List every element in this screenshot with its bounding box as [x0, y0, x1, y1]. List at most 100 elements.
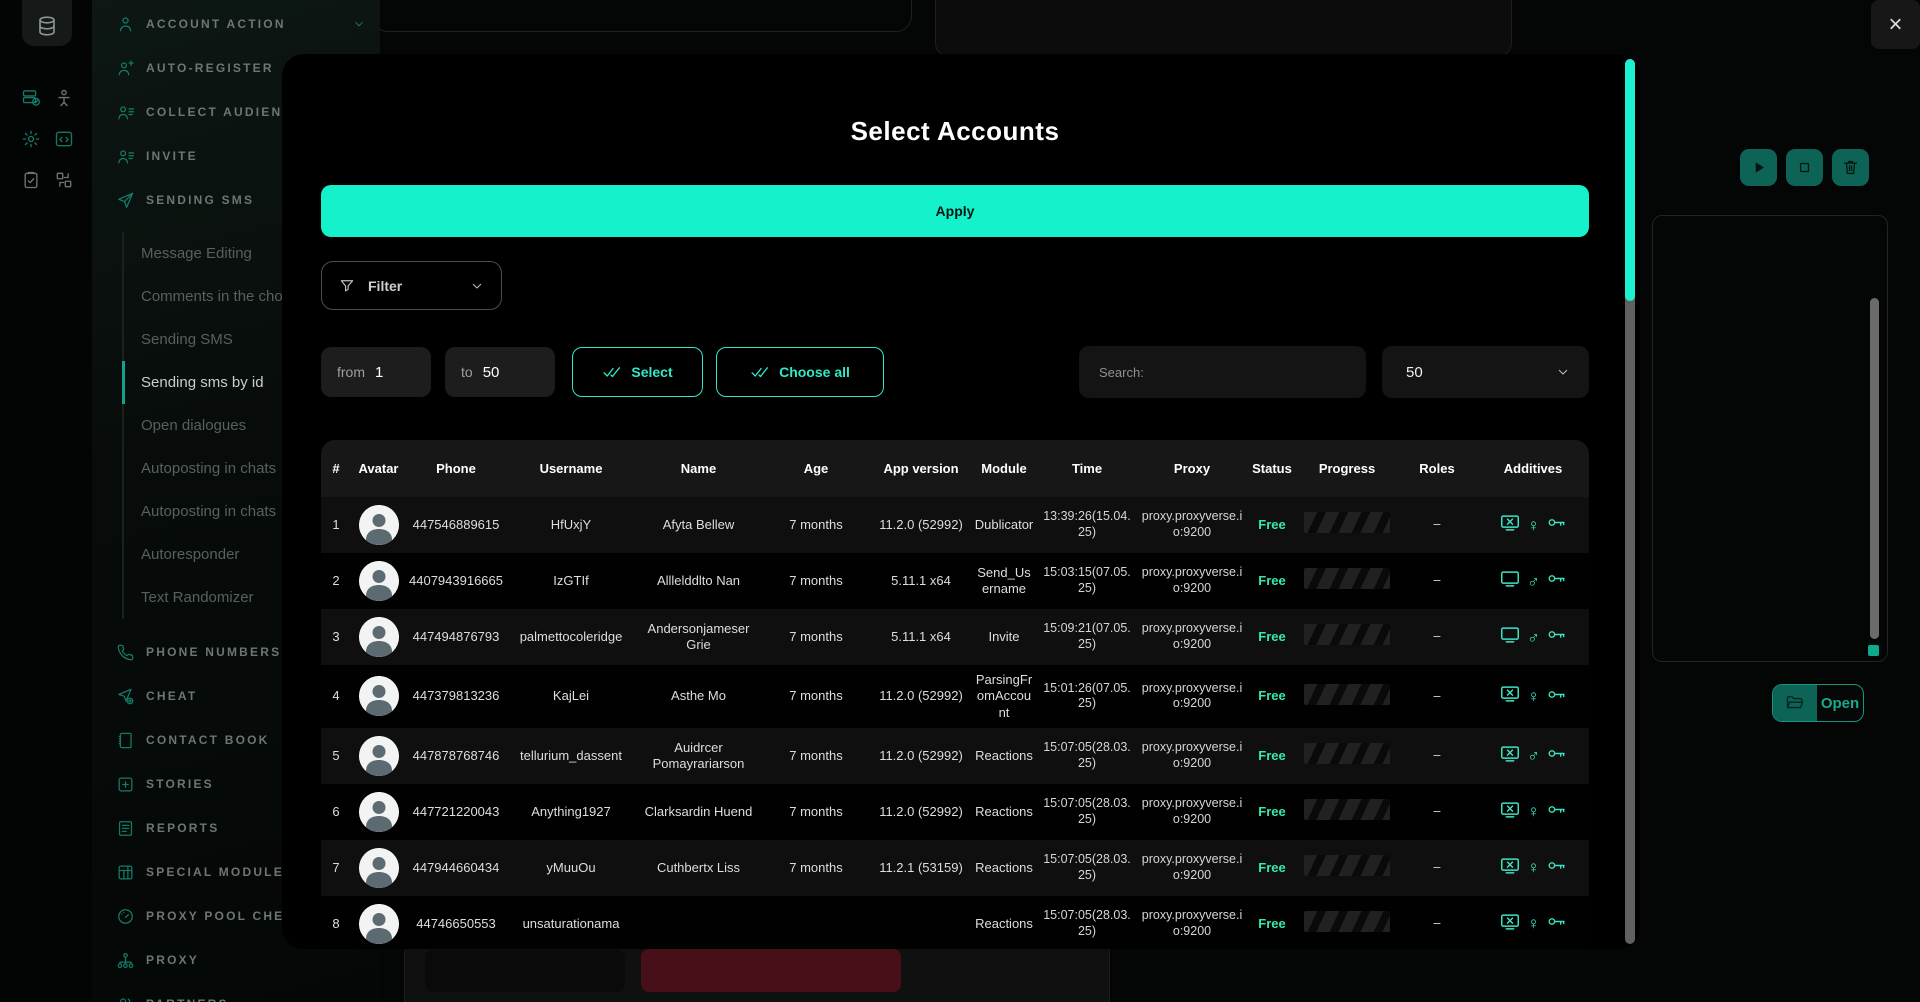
female-icon: ♀: [1527, 517, 1540, 534]
resize-handle[interactable]: [1868, 645, 1879, 656]
range-to-input[interactable]: to 50: [445, 347, 555, 397]
cell-proxy: proxy.proxyverse.io:9200: [1137, 565, 1247, 596]
cell-app-version: 5.11.1 x64: [871, 573, 971, 589]
phone-icon: [116, 643, 135, 662]
status-badge: Free: [1247, 688, 1297, 704]
to-label: to: [461, 364, 473, 380]
chevron-icon: [469, 278, 485, 294]
table-row[interactable]: 6 447721220043 Anything1927 Clarksardin …: [321, 784, 1589, 840]
cell-roles: –: [1397, 689, 1477, 705]
table-row[interactable]: 5 447878768746 tellurium_dassent Auidrce…: [321, 728, 1589, 784]
rail-swap-icon[interactable]: [54, 170, 74, 190]
modal-title: Select Accounts: [321, 116, 1589, 147]
cell-name: Alllelddlto Nan: [636, 573, 761, 589]
cell-phone: 447878768746: [406, 748, 506, 764]
key-icon: [1546, 512, 1567, 537]
cell-name: Afyta Bellew: [636, 517, 761, 533]
additives-icons: ♀: [1480, 799, 1586, 825]
log-panel-scrollbar[interactable]: [1870, 298, 1879, 639]
progress-bar: [1304, 512, 1390, 533]
table-row[interactable]: 3 447494876793 palmettocoleridge Anderso…: [321, 609, 1589, 665]
table-row[interactable]: 7 447944660434 yMuuOu Cuthbertx Liss 7 m…: [321, 840, 1589, 896]
stop-button[interactable]: [1786, 149, 1823, 186]
table-row[interactable]: 1 447546889615 HfUxjY Afyta Bellew 7 mon…: [321, 497, 1589, 553]
from-value: 1: [375, 364, 383, 381]
additives-icons: ♂: [1480, 568, 1586, 594]
folder-icon: [1785, 693, 1805, 713]
column-header-status: Status: [1247, 461, 1297, 476]
cell-app-version: 11.2.0 (52992): [871, 688, 971, 704]
progress-bar: [1304, 624, 1390, 645]
apply-button[interactable]: Apply: [321, 185, 1589, 237]
cell-proxy: proxy.proxyverse.io:9200: [1137, 852, 1247, 883]
play-button[interactable]: [1740, 149, 1777, 186]
table-header-row: #AvatarPhoneUsernameNameAgeApp versionMo…: [321, 440, 1589, 497]
bottom-text-input[interactable]: [425, 950, 625, 992]
rail-code-window-icon[interactable]: [54, 129, 74, 149]
range-from-input[interactable]: from 1: [321, 347, 431, 397]
cell-app-version: 11.2.0 (52992): [871, 748, 971, 764]
key-icon: [1546, 855, 1567, 876]
cell-proxy: proxy.proxyverse.io:9200: [1137, 908, 1247, 939]
double-check-icon: [750, 362, 770, 382]
additives-icons: ♀: [1480, 855, 1586, 881]
choose-all-button[interactable]: Choose all: [716, 347, 884, 397]
column-header-name: Name: [636, 461, 761, 476]
cell-roles: –: [1397, 517, 1477, 533]
key-icon: [1546, 799, 1567, 820]
avatar: [359, 904, 399, 944]
key-icon: [1546, 624, 1567, 649]
select-button[interactable]: Select: [572, 347, 703, 397]
sidebar-item-partners[interactable]: PARTNERS: [92, 982, 380, 1002]
cell-time: 15:07:05(28.03.25): [1037, 740, 1137, 771]
additives-icons: ♀: [1480, 512, 1586, 538]
cell-app-version: 5.11.1 x64: [871, 629, 971, 645]
column-header-progress: Progress: [1297, 461, 1397, 476]
cell-time: 15:03:15(07.05.25): [1037, 565, 1137, 596]
cell-proxy: proxy.proxyverse.io:9200: [1137, 796, 1247, 827]
table-row[interactable]: 8 44746650553 unsaturationama Reactions …: [321, 896, 1589, 949]
avatar: [359, 676, 399, 716]
delete-button[interactable]: [1832, 149, 1869, 186]
cell-roles: –: [1397, 748, 1477, 764]
rail-database-button[interactable]: [22, 0, 72, 46]
column-header-app-version: App version: [871, 461, 971, 476]
monitor-x-icon: [1499, 743, 1521, 765]
rail-presenter-icon[interactable]: [54, 88, 74, 108]
status-badge: Free: [1247, 517, 1297, 533]
rail-server-check-icon[interactable]: [21, 88, 41, 108]
table-row[interactable]: 4 447379813236 KajLei Asthe Mo 7 months …: [321, 665, 1589, 728]
cell-phone: 44746650553: [406, 916, 506, 932]
sidebar-item-account-action[interactable]: ACCOUNT ACTION: [92, 2, 380, 46]
filter-label: Filter: [368, 278, 402, 294]
filter-dropdown[interactable]: Filter: [321, 261, 502, 310]
table-row[interactable]: 2 4407943916665 IzGTIf Alllelddlto Nan 7…: [321, 553, 1589, 609]
progress-bar: [1304, 911, 1390, 932]
column-header-additives: Additives: [1477, 461, 1589, 476]
column-header-num: #: [321, 461, 351, 476]
column-header-phone: Phone: [406, 461, 506, 476]
cell-name: Cuthbertx Liss: [636, 860, 761, 876]
close-icon[interactable]: ×: [1871, 0, 1920, 49]
cell-username: tellurium_dassent: [506, 748, 636, 764]
cell-phone: 447944660434: [406, 860, 506, 876]
bottom-danger-button[interactable]: [641, 949, 901, 992]
modal-scrollbar-thumb[interactable]: [1625, 59, 1635, 301]
cell-module: Reactions: [971, 860, 1037, 876]
log-panel: [1652, 215, 1888, 662]
gear-icon: [21, 129, 41, 149]
open-button[interactable]: Open: [1772, 684, 1864, 722]
search-input[interactable]: [1079, 346, 1366, 398]
cell-age: 7 months: [761, 860, 871, 876]
key-icon: [1546, 568, 1567, 589]
dcheck-icon: [602, 362, 622, 382]
page-size-select[interactable]: 50: [1382, 346, 1589, 398]
cell-username: palmettocoleridge: [506, 629, 636, 645]
column-header-username: Username: [506, 461, 636, 476]
rail-clipboard-check-icon[interactable]: [21, 170, 41, 190]
monitor-x-icon: [1499, 855, 1521, 881]
funnel-icon: [338, 277, 356, 295]
cell-app-version: 11.2.0 (52992): [871, 804, 971, 820]
monitor-x-icon: [1499, 512, 1521, 534]
rail-gear-icon[interactable]: [21, 129, 41, 149]
